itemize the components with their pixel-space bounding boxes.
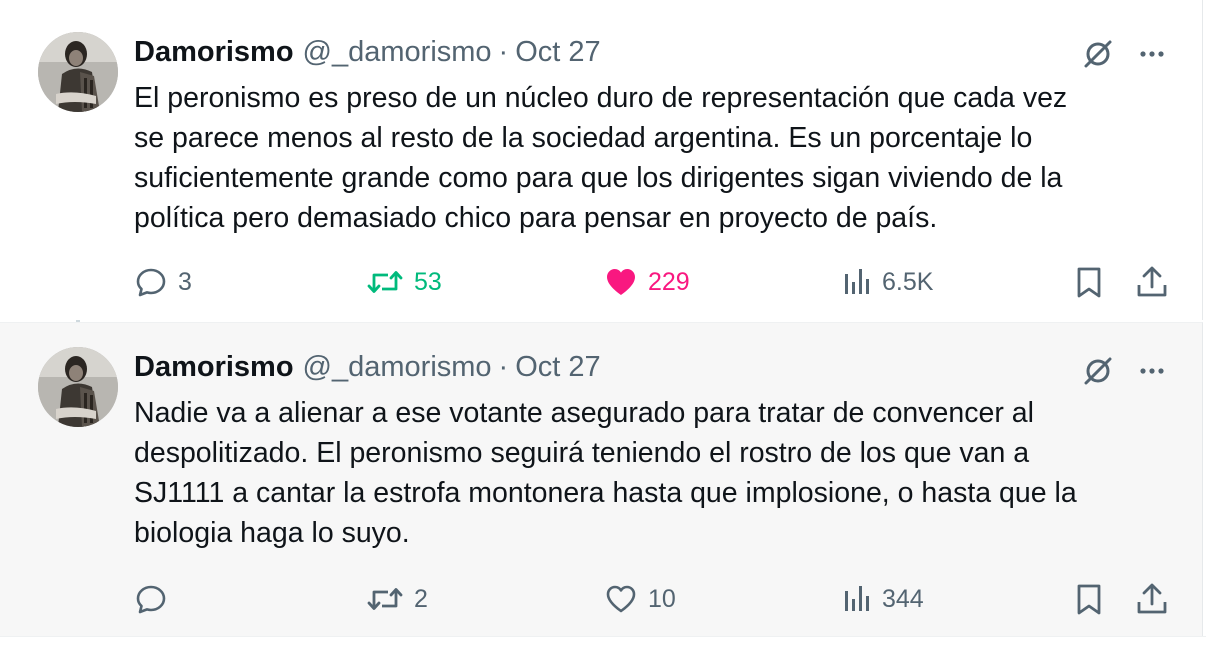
retweet-icon <box>366 582 404 616</box>
separator-dot: · <box>498 35 509 68</box>
like-icon <box>604 582 638 616</box>
reply-button[interactable] <box>134 579 178 619</box>
grok-icon[interactable] <box>1080 36 1116 72</box>
author-handle[interactable]: @_damorismo <box>303 351 492 384</box>
tweet-2[interactable]: Damorismo @_damorismo · Oct 27 Nadie va … <box>0 322 1203 637</box>
retweet-button[interactable]: 2 <box>366 579 428 619</box>
reply-icon <box>134 265 168 299</box>
reply-button[interactable]: 3 <box>134 262 192 302</box>
author-name[interactable]: Damorismo <box>134 351 294 384</box>
like-count: 10 <box>648 584 676 613</box>
reply-icon <box>134 582 168 616</box>
like-button[interactable]: 229 <box>604 262 690 302</box>
separator-dot: · <box>498 350 509 383</box>
reply-count: 3 <box>178 267 192 296</box>
retweet-icon <box>366 265 404 299</box>
like-button[interactable]: 10 <box>604 579 676 619</box>
grok-icon[interactable] <box>1080 353 1116 389</box>
tweet-header: Damorismo @_damorismo · Oct 27 <box>134 349 601 385</box>
tweet-date[interactable]: Oct 27 <box>515 36 600 69</box>
more-icon[interactable] <box>1134 353 1170 389</box>
tweet-thread: Damorismo @_damorismo · Oct 27 El peroni… <box>0 0 1206 646</box>
share-icon <box>1134 581 1170 617</box>
views-button[interactable]: 344 <box>842 579 924 619</box>
tweet-header: Damorismo @_damorismo · Oct 27 <box>134 34 601 70</box>
retweet-count: 2 <box>414 584 428 613</box>
bookmark-icon <box>1072 582 1106 616</box>
share-button[interactable] <box>1134 262 1170 302</box>
tweet-text: El peronismo es preso de un núcleo duro … <box>134 82 1068 234</box>
divider <box>0 636 1206 646</box>
share-icon <box>1134 264 1170 300</box>
views-icon <box>842 265 872 299</box>
tweet-1[interactable]: Damorismo @_damorismo · Oct 27 El peroni… <box>0 0 1203 320</box>
bookmark-icon <box>1072 265 1106 299</box>
avatar[interactable] <box>38 347 118 427</box>
more-icon[interactable] <box>1134 36 1170 72</box>
bookmark-button[interactable] <box>1072 262 1106 302</box>
views-count: 6.5K <box>882 267 934 296</box>
retweet-button[interactable]: 53 <box>366 262 442 302</box>
bookmark-button[interactable] <box>1072 579 1106 619</box>
like-icon <box>604 265 638 299</box>
author-handle[interactable]: @_damorismo <box>303 36 492 69</box>
retweet-count: 53 <box>414 267 442 296</box>
views-count: 344 <box>882 584 924 613</box>
author-name[interactable]: Damorismo <box>134 36 294 69</box>
views-button[interactable]: 6.5K <box>842 262 933 302</box>
tweet-text: Nadie va a alienar a ese votante asegura… <box>134 397 1077 549</box>
views-icon <box>842 582 872 616</box>
avatar[interactable] <box>38 32 118 112</box>
share-button[interactable] <box>1134 579 1170 619</box>
like-count: 229 <box>648 267 690 296</box>
tweet-date[interactable]: Oct 27 <box>515 351 600 384</box>
